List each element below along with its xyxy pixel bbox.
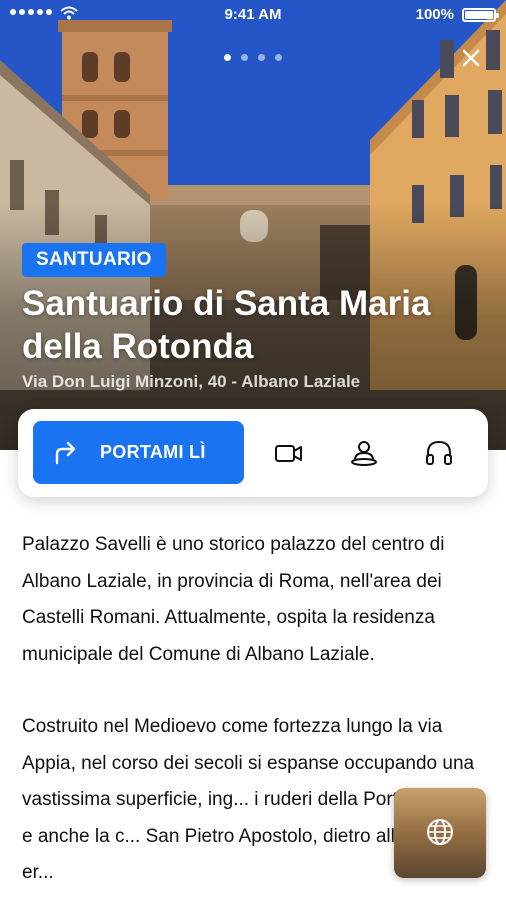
virtual-tour-thumbnail[interactable] [394, 788, 486, 878]
gallery-dot[interactable] [241, 54, 248, 61]
page-title: Santuario di Santa Maria della Rotonda [22, 284, 431, 366]
close-icon [462, 49, 480, 67]
take-me-there-label: PORTAMI LÌ [100, 442, 206, 462]
close-button[interactable] [458, 45, 484, 71]
category-badge: SANTUARIO [22, 243, 166, 277]
headphones-icon[interactable] [424, 438, 454, 468]
gallery-pagination [0, 54, 506, 61]
battery-percent: 100% [415, 6, 454, 23]
take-me-there-button[interactable]: PORTAMI LÌ [33, 421, 244, 484]
description-paragraph: Palazzo Savelli è uno storico palazzo de… [22, 534, 445, 665]
turn-arrow-icon [55, 441, 76, 465]
status-bar: 9:41 AM 100% [0, 0, 506, 30]
action-bar: PORTAMI LÌ [18, 409, 488, 497]
globe-icon [427, 819, 453, 845]
gallery-dot[interactable] [224, 54, 231, 61]
video-icon[interactable] [274, 438, 304, 468]
guide-person-icon[interactable] [349, 438, 379, 468]
hero-image: 9:41 AM 100% SANTUARIO Santuario di Sant… [0, 0, 506, 450]
address-text: Via Don Luigi Minzoni, 40 - Albano Lazia… [22, 372, 361, 391]
gallery-dot[interactable] [258, 54, 265, 61]
battery-icon [462, 8, 499, 22]
gallery-dot[interactable] [275, 54, 282, 61]
